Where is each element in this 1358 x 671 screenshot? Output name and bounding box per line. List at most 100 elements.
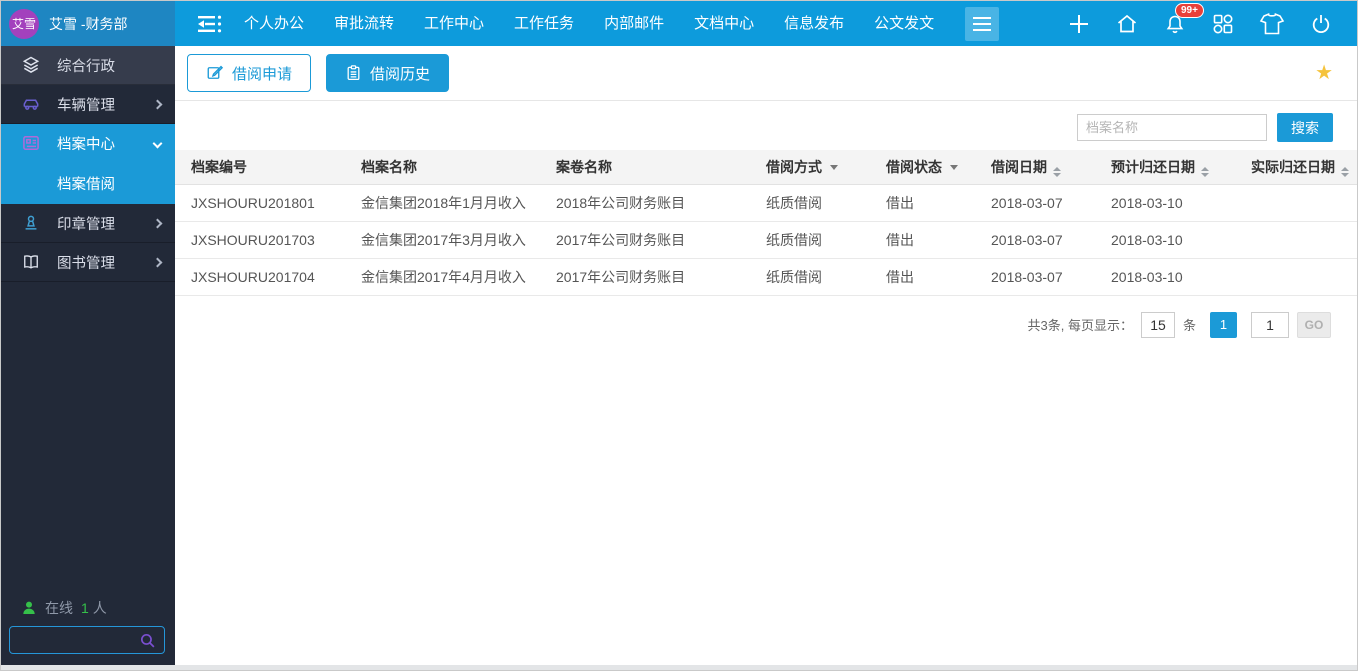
- theme-shirt-icon[interactable]: [1259, 12, 1285, 36]
- cell-case-name: 2017年公司财务账目: [550, 221, 760, 258]
- user-panel[interactable]: 艾雪 艾雪 -财务部: [1, 1, 175, 46]
- col-borrow-method[interactable]: 借阅方式: [760, 150, 880, 184]
- nav-item-info-publish[interactable]: 信息发布: [769, 1, 859, 46]
- sort-icon[interactable]: [1053, 167, 1061, 177]
- notifications-bell-icon[interactable]: 99+: [1163, 12, 1187, 36]
- nav-item-official-doc[interactable]: 公文发文: [859, 1, 949, 46]
- table-search-bar: 搜索: [175, 101, 1357, 150]
- sort-icon[interactable]: [1341, 167, 1349, 177]
- chevron-right-icon: [153, 218, 163, 228]
- user-name: 艾雪 -财务部: [49, 14, 128, 34]
- table-row[interactable]: JXSHOURU201703 金信集团2017年3月月收入 2017年公司财务账…: [175, 221, 1357, 258]
- borrow-history-button[interactable]: 借阅历史: [326, 54, 449, 92]
- car-icon: [21, 94, 41, 114]
- nav-item-work-tasks[interactable]: 工作任务: [499, 1, 589, 46]
- online-user-icon: [21, 600, 37, 616]
- cell-borrow-date: 2018-03-07: [985, 184, 1105, 221]
- cell-borrow-date: 2018-03-07: [985, 221, 1105, 258]
- chevron-down-icon: [153, 138, 163, 148]
- search-button[interactable]: 搜索: [1277, 113, 1333, 142]
- pagination-summary: 共3条, 每页显示：: [1028, 315, 1133, 334]
- cell-borrow-status: 借出: [880, 221, 985, 258]
- filter-caret-icon[interactable]: [830, 165, 838, 170]
- borrow-apply-button[interactable]: 借阅申请: [187, 54, 311, 92]
- notification-badge: 99+: [1175, 3, 1204, 18]
- cell-archive-name: 金信集团2017年4月月收入: [355, 258, 550, 295]
- online-unit: 人: [93, 598, 107, 618]
- col-expected-return-date[interactable]: 预计归还日期: [1105, 150, 1245, 184]
- search-icon[interactable]: [139, 632, 156, 649]
- col-archive-number: 档案编号: [175, 150, 355, 184]
- sidebar-item-general-admin[interactable]: 综合行政: [1, 46, 175, 85]
- borrow-history-label: 借阅历史: [370, 63, 430, 84]
- apps-grid-icon[interactable]: [1211, 12, 1235, 36]
- nav-item-approval-flow[interactable]: 审批流转: [319, 1, 409, 46]
- cell-actual-return-date: [1245, 184, 1357, 221]
- toolbar: 借阅申请 借阅历史 ★: [175, 46, 1357, 101]
- book-icon: [21, 252, 41, 272]
- more-menu-icon[interactable]: [965, 7, 999, 41]
- cell-borrow-date: 2018-03-07: [985, 258, 1105, 295]
- sort-icon[interactable]: [1201, 167, 1209, 177]
- table-header-row: 档案编号 档案名称 案卷名称 借阅方式 借阅状态 借阅日期 预计归还日期 实际归…: [175, 150, 1357, 184]
- sidebar-item-seal-mgmt[interactable]: 印章管理: [1, 204, 175, 243]
- borrow-apply-label: 借阅申请: [232, 63, 292, 84]
- sidebar-item-label: 车辆管理: [57, 94, 115, 115]
- home-icon[interactable]: [1115, 12, 1139, 36]
- chevron-right-icon: [153, 99, 163, 109]
- nav-item-document-center[interactable]: 文档中心: [679, 1, 769, 46]
- cell-archive-number: JXSHOURU201801: [175, 184, 355, 221]
- cell-borrow-method: 纸质借阅: [760, 221, 880, 258]
- power-logout-icon[interactable]: [1309, 12, 1333, 36]
- cell-borrow-method: 纸质借阅: [760, 184, 880, 221]
- col-borrow-status[interactable]: 借阅状态: [880, 150, 985, 184]
- nav-item-internal-mail[interactable]: 内部邮件: [589, 1, 679, 46]
- col-case-name: 案卷名称: [550, 150, 760, 184]
- horizontal-scrollbar-track[interactable]: [1, 665, 1357, 670]
- online-status: 在线 1 人: [21, 598, 107, 618]
- sidebar-item-archive-center[interactable]: 档案中心: [1, 124, 175, 163]
- sidebar-item-book-mgmt[interactable]: 图书管理: [1, 243, 175, 282]
- goto-page-input[interactable]: [1251, 312, 1289, 338]
- layers-icon: [21, 55, 41, 75]
- cell-actual-return-date: [1245, 258, 1357, 295]
- chevron-right-icon: [153, 257, 163, 267]
- avatar[interactable]: 艾雪: [9, 9, 39, 39]
- cell-expected-return-date: 2018-03-10: [1105, 221, 1245, 258]
- online-count: 1: [81, 600, 89, 616]
- sidebar-search-input[interactable]: [10, 633, 139, 648]
- borrow-history-table: 档案编号 档案名称 案卷名称 借阅方式 借阅状态 借阅日期 预计归还日期 实际归…: [175, 150, 1357, 296]
- cell-actual-return-date: [1245, 221, 1357, 258]
- go-button[interactable]: GO: [1297, 312, 1331, 338]
- sidebar-subitem-label: 档案借阅: [57, 173, 115, 194]
- sidebar-item-label: 档案中心: [57, 133, 115, 154]
- filter-caret-icon[interactable]: [950, 165, 958, 170]
- archive-name-input[interactable]: [1077, 114, 1267, 141]
- favorite-star-icon[interactable]: ★: [1315, 63, 1333, 83]
- col-archive-name: 档案名称: [355, 150, 550, 184]
- cell-borrow-method: 纸质借阅: [760, 258, 880, 295]
- sidebar-search: [9, 626, 165, 654]
- nav-item-work-center[interactable]: 工作中心: [409, 1, 499, 46]
- sidebar: 综合行政 车辆管理 档案中心 档案借阅 印章管理: [1, 46, 175, 670]
- page-size-unit: 条: [1183, 315, 1196, 334]
- table-row[interactable]: JXSHOURU201801 金信集团2018年1月月收入 2018年公司财务账…: [175, 184, 1357, 221]
- app-window: 艾雪 艾雪 -财务部 个人办公 审批流转 工作中心 工作任务 内部邮件 文档中心…: [0, 0, 1358, 671]
- page-size-input[interactable]: [1141, 312, 1175, 338]
- nav-item-personal-office[interactable]: 个人办公: [229, 1, 319, 46]
- edit-pencil-icon: [206, 64, 224, 82]
- add-icon[interactable]: [1067, 12, 1091, 36]
- cell-expected-return-date: 2018-03-10: [1105, 258, 1245, 295]
- table-row[interactable]: JXSHOURU201704 金信集团2017年4月月收入 2017年公司财务账…: [175, 258, 1357, 295]
- collapse-sidebar-icon[interactable]: [197, 14, 223, 34]
- col-actual-return-date[interactable]: 实际归还日期: [1245, 150, 1357, 184]
- col-borrow-date[interactable]: 借阅日期: [985, 150, 1105, 184]
- sidebar-subitem-archive-borrow[interactable]: 档案借阅: [1, 163, 175, 204]
- sidebar-item-vehicle-mgmt[interactable]: 车辆管理: [1, 85, 175, 124]
- archive-badge-icon: [21, 133, 41, 153]
- top-navigation: 个人办公 审批流转 工作中心 工作任务 内部邮件 文档中心 信息发布 公文发文: [175, 1, 999, 46]
- top-bar: 艾雪 艾雪 -财务部 个人办公 审批流转 工作中心 工作任务 内部邮件 文档中心…: [1, 1, 1357, 46]
- current-page-button[interactable]: 1: [1210, 312, 1237, 338]
- cell-expected-return-date: 2018-03-10: [1105, 184, 1245, 221]
- clipboard-icon: [345, 64, 362, 82]
